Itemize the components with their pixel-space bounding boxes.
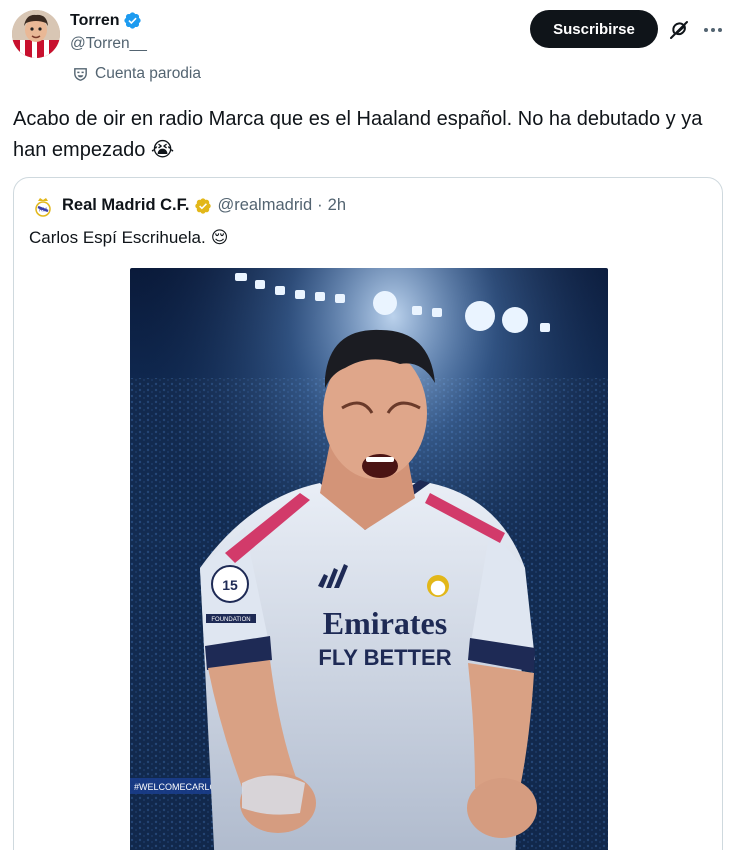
quoted-separator: ·: [317, 196, 323, 214]
quoted-timestamp[interactable]: 2h: [328, 196, 346, 215]
quoted-handle[interactable]: @realmadrid: [217, 196, 312, 215]
sponsor-line-1: Emirates: [323, 605, 447, 641]
quoted-name-row: Real Madrid C.F. @realmadrid · 2h: [62, 196, 346, 215]
sleeve-label-text: FOUNDATION: [211, 617, 250, 623]
quoted-body: Carlos Espí Escrihuela.: [29, 228, 206, 247]
crying-face-emoji: 😭: [150, 139, 175, 161]
parody-mask-icon: [72, 66, 89, 83]
author-display-name[interactable]: Torren: [70, 12, 119, 30]
quoted-photo[interactable]: #WELCOMECARLOSESPI Emirates FLY BETTER 1…: [130, 268, 608, 850]
author-avatar[interactable]: [12, 10, 60, 58]
grok-icon[interactable]: [667, 18, 691, 42]
sleeve-badge-text: 15: [222, 577, 238, 593]
quoted-text: Carlos Espí Escrihuela. 😌: [29, 228, 228, 248]
tweet-text: Acabo de oir en radio Marca que es el Ha…: [13, 104, 723, 166]
quoted-author-avatar[interactable]: RM: [31, 195, 55, 219]
quoted-display-name[interactable]: Real Madrid C.F.: [62, 196, 189, 215]
tweet: Torren @Torren__ Cuenta parodia Suscribi…: [0, 0, 735, 850]
tweet-body: Acabo de oir en radio Marca que es el Ha…: [13, 108, 703, 161]
svg-text:RM: RM: [39, 208, 47, 214]
author-name-row: Torren: [70, 11, 142, 30]
verified-badge-icon[interactable]: [123, 11, 142, 30]
more-options-icon[interactable]: [701, 18, 725, 42]
author-handle[interactable]: @Torren__: [70, 35, 147, 53]
relieved-face-emoji: 😌: [210, 228, 229, 247]
subscribe-button[interactable]: Suscribirse: [530, 10, 658, 48]
sponsor-line-2: FLY BETTER: [318, 645, 451, 670]
parody-label: Cuenta parodia: [95, 65, 201, 82]
parody-label-row: Cuenta parodia: [72, 65, 201, 83]
quoted-tweet[interactable]: RM Real Madrid C.F. @realmadrid · 2h Car…: [13, 177, 723, 850]
gold-verified-badge-icon[interactable]: [194, 197, 212, 215]
